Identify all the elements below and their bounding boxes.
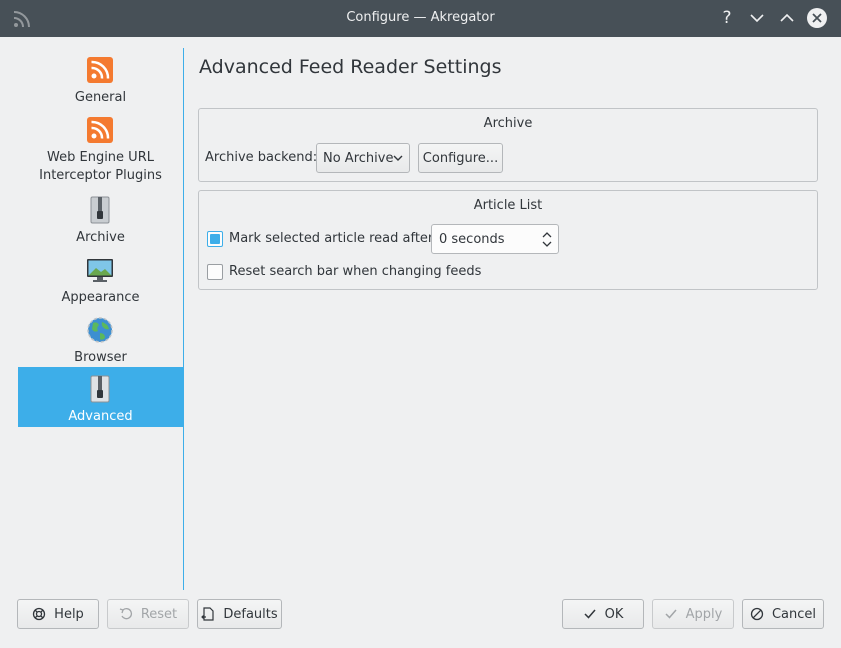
article-list-group-title: Article List (473, 198, 543, 213)
defaults-button-label: Defaults (223, 606, 278, 622)
sidebar-item-label: Appearance (61, 290, 140, 305)
reset-search-checkbox[interactable] (207, 264, 223, 280)
sidebar-item-label: Browser (74, 350, 127, 365)
sidebar-item-web-engine-plugins[interactable]: Web Engine URL Interceptor Plugins (18, 108, 183, 188)
help-button-footer[interactable]: Help (17, 599, 99, 629)
configure-button[interactable]: Configure... (418, 143, 503, 173)
lifebuoy-icon (33, 607, 46, 621)
sidebar-item-label: Advanced (68, 409, 133, 424)
sidebar-item-label: Archive (76, 230, 125, 245)
reset-button[interactable]: Reset (107, 599, 189, 629)
maximize-icon (780, 13, 794, 22)
chevron-down-icon (393, 155, 403, 161)
ok-button-label: OK (604, 606, 624, 622)
sidebar-item-advanced[interactable]: Advanced (18, 367, 183, 427)
rss-feed-icon (87, 117, 113, 143)
sidebar-item-archive[interactable]: Archive (18, 188, 183, 248)
cancel-icon (750, 607, 764, 621)
maximize-button[interactable] (777, 8, 797, 28)
rss-feed-icon (87, 57, 113, 83)
archive-group: Archive (198, 108, 818, 182)
sidebar-item-label: Web Engine URL Interceptor Plugins (39, 150, 162, 183)
ok-button[interactable]: OK (562, 599, 644, 629)
help-button-label: Help (54, 606, 84, 622)
cancel-button[interactable]: Cancel (742, 599, 824, 629)
apply-button[interactable]: Apply (652, 599, 734, 629)
defaults-button[interactable]: Defaults (197, 599, 282, 629)
reset-button-label: Reset (140, 606, 178, 622)
archive-backend-label: Archive backend: (205, 150, 318, 165)
archive-zip-icon (90, 375, 110, 403)
archive-backend-value: No Archive (323, 150, 394, 166)
minimize-button[interactable] (747, 8, 767, 28)
cancel-button-label: Cancel (771, 606, 817, 622)
archive-backend-select[interactable]: No Archive (316, 143, 410, 173)
spin-arrows-icon[interactable] (541, 229, 553, 249)
title-bar: Configure — Akregator ? (0, 0, 841, 37)
sidebar-item-browser[interactable]: Browser (18, 308, 183, 368)
mark-read-checkbox[interactable] (207, 231, 223, 247)
apply-button-label: Apply (685, 606, 723, 622)
globe-icon (87, 317, 113, 343)
close-icon (812, 13, 822, 23)
undo-icon (119, 608, 132, 620)
window-title: Configure — Akregator (346, 10, 495, 25)
minimize-icon (750, 14, 764, 23)
configure-button-label: Configure... (422, 150, 499, 166)
mark-read-delay-value: 0 seconds (439, 231, 505, 247)
help-icon: ? (722, 8, 732, 28)
sidebar-item-general[interactable]: General (18, 48, 183, 108)
mark-read-delay-spinbox[interactable]: 0 seconds (431, 224, 559, 254)
checkmark-icon (584, 609, 596, 619)
sidebar: General Web Engine URL Interceptor Plugi… (18, 48, 184, 590)
checkmark-icon (665, 609, 677, 619)
archive-zip-icon (90, 196, 110, 224)
mark-read-label: Mark selected article read after (229, 231, 434, 246)
close-button[interactable] (807, 8, 827, 28)
sidebar-item-appearance[interactable]: Appearance (18, 248, 183, 308)
reset-search-label: Reset search bar when changing feeds (229, 264, 482, 279)
page-title: Advanced Feed Reader Settings (199, 56, 502, 78)
monitor-icon (87, 259, 113, 282)
archive-group-title: Archive (483, 116, 533, 131)
help-button[interactable]: ? (717, 8, 737, 28)
sidebar-item-label: General (74, 90, 127, 105)
document-revert-icon (201, 607, 214, 621)
